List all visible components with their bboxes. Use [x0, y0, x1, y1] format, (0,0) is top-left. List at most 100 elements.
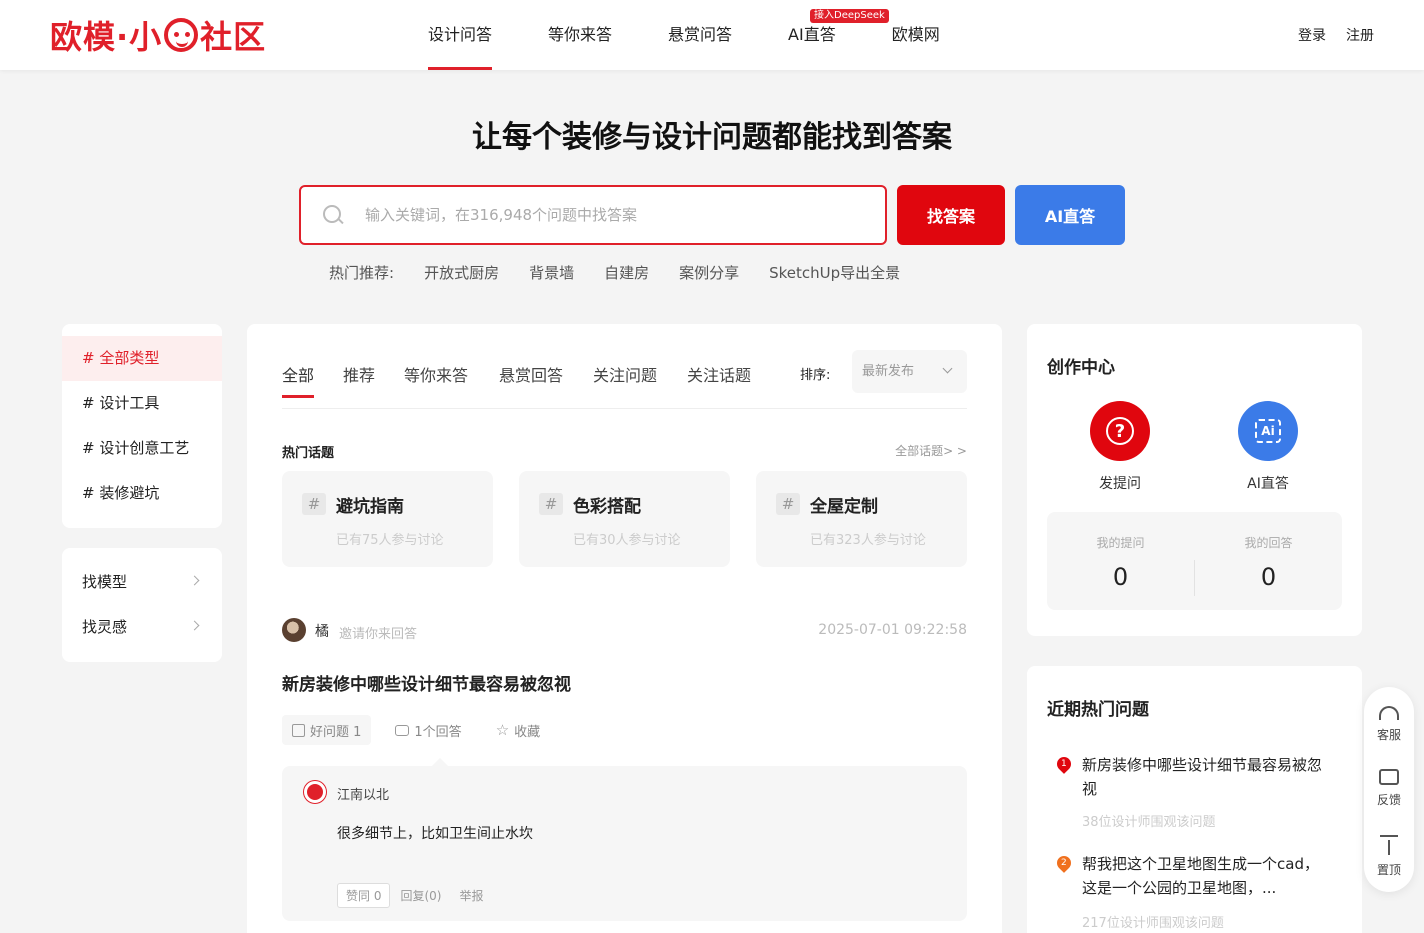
hot-tag[interactable]: 案例分享	[679, 262, 739, 283]
back-to-top-label: 置顶	[1376, 863, 1401, 877]
topic-name: 避坑指南	[336, 497, 404, 517]
answers-button[interactable]: 1个回答	[385, 715, 471, 745]
create-center-title: 创作中心	[1047, 358, 1115, 378]
tab-recommend[interactable]: 推荐	[343, 362, 375, 386]
answer-user[interactable]: 江南以北	[337, 784, 389, 803]
category-avoid-pitfalls[interactable]: # 装修避坑	[62, 471, 222, 516]
chevron-right-icon	[189, 575, 200, 586]
category-design-tools[interactable]: # 设计工具	[62, 381, 222, 426]
favorite-label: 收藏	[514, 724, 541, 740]
nav-ai-answer-label: AI直答	[788, 25, 836, 44]
find-answer-button[interactable]: 找答案	[897, 185, 1005, 245]
thumb-up-icon	[292, 723, 305, 737]
hash-icon: #	[302, 493, 326, 515]
reply-button[interactable]: 回复(0)	[400, 883, 441, 908]
answer-preview: 江南以北 很多细节上，比如卫生间止水坎 赞同 0 回复(0) 举报	[282, 758, 967, 921]
nav-design-qa[interactable]: 设计问答	[400, 0, 520, 70]
login-link[interactable]: 登录	[1298, 25, 1326, 45]
question-user[interactable]: 橘	[315, 621, 329, 641]
sort-label: 排序:	[800, 368, 831, 383]
question-invite: 邀请你来回答	[339, 627, 418, 642]
hot-questions: 近期热门问题 1 新房装修中哪些设计细节最容易被忽视 38位设计师围观该问题 2…	[1027, 666, 1362, 933]
search-input[interactable]	[365, 206, 845, 224]
hot-tag[interactable]: 开放式厨房	[424, 262, 499, 283]
topic-card[interactable]: # 全屋定制 已有323人参与讨论	[756, 471, 967, 567]
hot-recommend: 热门推荐: 开放式厨房 背景墙 自建房 案例分享 SketchUp导出全景	[329, 262, 900, 283]
my-answers-stat[interactable]: 我的回答 0	[1195, 534, 1342, 591]
answers-label: 1个回答	[414, 724, 462, 740]
good-question-button[interactable]: 好问题 1	[282, 715, 372, 745]
my-questions-value: 0	[1112, 563, 1129, 591]
tab-wait-answer[interactable]: 等你来答	[404, 362, 468, 386]
rank-badge-icon: 2	[1054, 853, 1074, 873]
auth-links: 登录 注册	[1298, 0, 1374, 70]
customer-service-button[interactable]: 客服	[1364, 703, 1414, 743]
tab-follow-questions[interactable]: 关注问题	[593, 362, 657, 386]
hot-questions-title: 近期热门问题	[1047, 700, 1149, 720]
comment-icon	[395, 724, 410, 736]
topic-card[interactable]: # 色彩搭配 已有30人参与讨论	[519, 471, 730, 567]
hot-tag[interactable]: 背景墙	[529, 262, 574, 283]
tab-all[interactable]: 全部	[282, 362, 315, 398]
my-answers-value: 0	[1260, 563, 1277, 591]
search-icon	[323, 205, 343, 225]
hash-icon: #	[539, 493, 563, 515]
hot-recommend-label: 热门推荐:	[329, 264, 395, 282]
ai-direct-button[interactable]: Ai	[1238, 401, 1298, 461]
topic-name: 色彩搭配	[573, 497, 641, 517]
register-link[interactable]: 注册	[1346, 25, 1374, 45]
chevron-down-icon	[942, 363, 953, 374]
site-logo[interactable]: 欧模·小 社区	[50, 10, 266, 60]
avatar[interactable]	[282, 618, 306, 642]
sort-select[interactable]: 最新发布	[852, 350, 967, 393]
star-icon: ☆	[495, 720, 510, 739]
main-nav: 设计问答 等你来答 悬赏问答 AI直答 接入DeepSeek 欧模网	[400, 0, 968, 70]
nav-bounty-qa[interactable]: 悬赏问答	[640, 0, 760, 70]
ai-icon: Ai	[1255, 419, 1281, 443]
sort-value: 最新发布	[862, 364, 915, 379]
ask-question-label: 发提问	[1099, 476, 1141, 492]
hot-tag[interactable]: 自建房	[604, 262, 649, 283]
nav-oumo-site[interactable]: 欧模网	[864, 0, 968, 70]
topic-name: 全屋定制	[810, 497, 878, 517]
feedback-button[interactable]: 反馈	[1364, 769, 1414, 808]
nav-wait-answer[interactable]: 等你来答	[520, 0, 640, 70]
find-inspiration-link[interactable]: 找灵感	[62, 605, 222, 650]
hero-title: 让每个装修与设计问题都能找到答案	[472, 120, 952, 155]
hot-tag[interactable]: SketchUp导出全景	[769, 262, 900, 283]
all-topics-link[interactable]: 全部话题> >	[895, 442, 967, 459]
topic-card[interactable]: # 避坑指南 已有75人参与讨论	[282, 471, 493, 567]
hot-question-text: 帮我把这个卫星地图生成一个cad，这是一个公园的卫星地图，...	[1082, 855, 1319, 897]
logo-face-icon	[164, 18, 199, 52]
my-questions-stat[interactable]: 我的提问 0	[1047, 534, 1194, 591]
logo-text-2: 社区	[200, 18, 267, 56]
ai-answer-button[interactable]: AI直答	[1015, 185, 1125, 245]
arrow-up-icon	[1379, 835, 1399, 855]
my-stats: 我的提问 0 我的回答 0	[1047, 512, 1342, 610]
back-to-top-button[interactable]: 置顶	[1364, 835, 1414, 878]
nav-ai-answer[interactable]: AI直答 接入DeepSeek	[760, 0, 889, 70]
question-title[interactable]: 新房装修中哪些设计细节最容易被忽视	[282, 670, 571, 695]
hot-question-views: 38位设计师围观该问题	[1082, 815, 1216, 830]
customer-service-label: 客服	[1376, 728, 1401, 742]
tab-bounty[interactable]: 悬赏回答	[499, 362, 563, 386]
answer-actions: 赞同 0 回复(0) 举报	[337, 883, 483, 908]
question-time: 2025-07-01 09:22:58	[818, 622, 967, 638]
question-mark-icon: ?	[1106, 417, 1134, 445]
hot-question-text: 新房装修中哪些设计细节最容易被忽视	[1082, 756, 1323, 798]
agree-button[interactable]: 赞同 0	[337, 883, 391, 908]
avatar[interactable]	[304, 781, 326, 803]
rank-number: 2	[1061, 858, 1067, 869]
tab-follow-topics[interactable]: 关注话题	[687, 362, 751, 386]
favorite-button[interactable]: ☆ 收藏	[486, 715, 550, 745]
link-sidebar: 找模型 找灵感	[62, 548, 222, 662]
category-all[interactable]: # 全部类型	[62, 336, 222, 381]
chevron-right-icon	[189, 620, 200, 631]
my-questions-label: 我的提问	[1096, 536, 1145, 550]
rank-badge-icon: 1	[1054, 754, 1074, 774]
feedback-label: 反馈	[1376, 793, 1401, 807]
find-model-link[interactable]: 找模型	[62, 560, 222, 605]
category-design-craft[interactable]: # 设计创意工艺	[62, 426, 222, 471]
report-button[interactable]: 举报	[459, 883, 483, 908]
ask-question-button[interactable]: ?	[1090, 401, 1150, 461]
